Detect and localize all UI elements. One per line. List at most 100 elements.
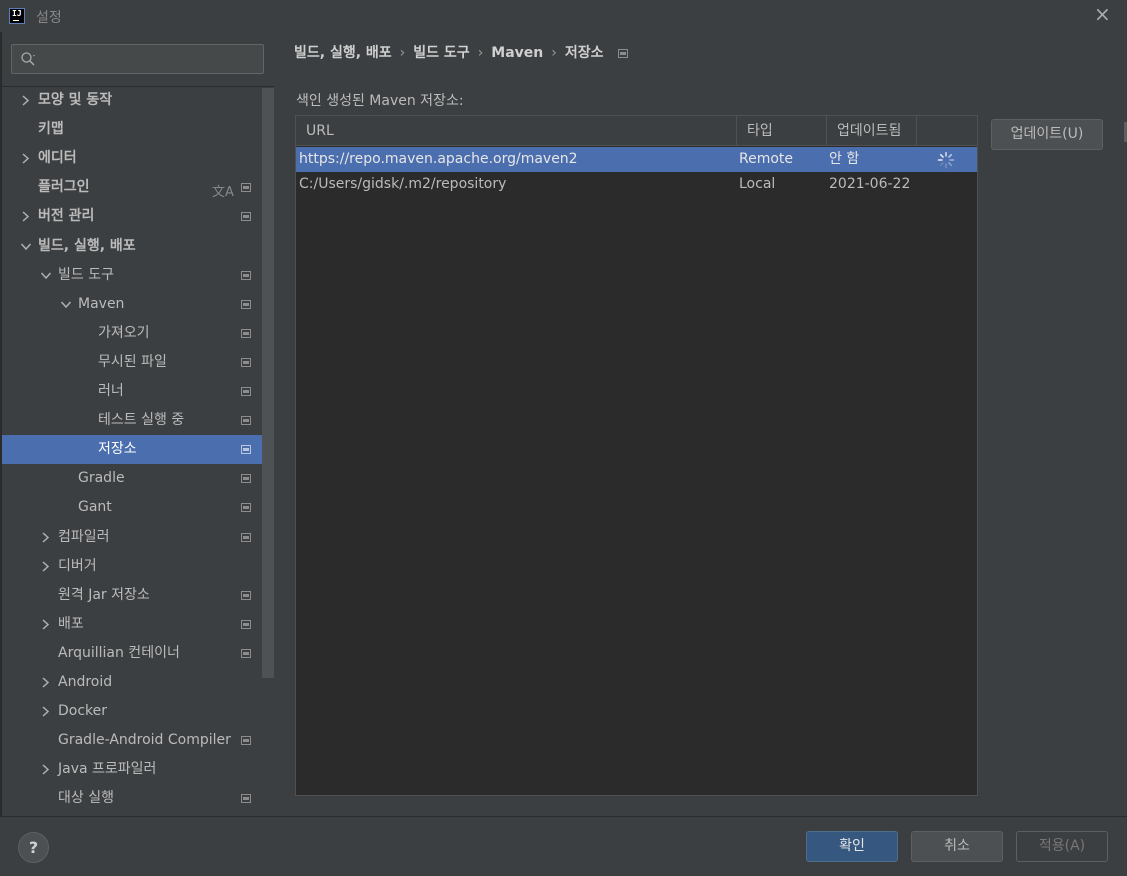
sidebar-item[interactable]: Arquillian 컨테이너 bbox=[0, 639, 262, 668]
breadcrumb-item[interactable]: Maven bbox=[491, 45, 543, 61]
maven-repositories-table: URL 타입 업데이트됨 https://repo.maven.apache.o… bbox=[295, 115, 978, 796]
sidebar-item[interactable]: 대상 실행 bbox=[0, 784, 262, 813]
breadcrumb-item[interactable]: 빌드 도구 bbox=[413, 42, 469, 62]
project-scope-icon bbox=[241, 532, 251, 542]
chevron-right-icon[interactable] bbox=[40, 668, 52, 697]
repo-updated: 2021-06-22 bbox=[829, 176, 911, 192]
cancel-button[interactable]: 취소 bbox=[911, 831, 1003, 862]
dialog-footer: ? 확인 취소 적용(A) bbox=[0, 816, 1127, 876]
breadcrumb-item[interactable]: 빌드, 실행, 배포 bbox=[294, 42, 392, 62]
chevron-down-icon[interactable] bbox=[60, 290, 72, 319]
sidebar-item-label: 테스트 실행 중 bbox=[98, 412, 185, 429]
sidebar-item-label: Arquillian 컨테이너 bbox=[58, 644, 180, 661]
sidebar-item[interactable]: 컴파일러 bbox=[0, 523, 262, 552]
table-row[interactable]: C:/Users/gidsk/.m2/repository Local 2021… bbox=[296, 172, 977, 197]
chevron-right-icon[interactable] bbox=[40, 523, 52, 552]
sidebar-item[interactable]: 배포 bbox=[0, 610, 262, 639]
loading-spinner-icon bbox=[937, 151, 955, 169]
close-icon[interactable]: × bbox=[1094, 4, 1111, 24]
sidebar-item-label: 원격 Jar 저장소 bbox=[58, 586, 150, 603]
repo-updated: 안 함 bbox=[829, 151, 860, 167]
sidebar-item[interactable]: 에디터 bbox=[0, 144, 262, 173]
chevron-right-icon[interactable] bbox=[40, 610, 52, 639]
project-scope-icon bbox=[241, 503, 251, 513]
sidebar-item-label: Android bbox=[58, 674, 113, 690]
sidebar-item-label: Maven bbox=[78, 295, 125, 312]
column-header-type[interactable]: 타입 bbox=[737, 116, 827, 146]
chevron-right-icon[interactable] bbox=[40, 552, 52, 581]
project-scope-icon bbox=[241, 270, 251, 280]
chevron-right-icon[interactable] bbox=[20, 202, 32, 231]
sidebar-item[interactable]: Docker bbox=[0, 697, 262, 726]
scrollbar-thumb[interactable] bbox=[262, 88, 274, 678]
settings-content: 빌드, 실행, 배포 › 빌드 도구 › Maven › 저장소 색인 생성된 Maven … bbox=[274, 32, 1127, 816]
project-scope-icon bbox=[241, 387, 251, 396]
sidebar-item[interactable]: Maven bbox=[0, 290, 262, 319]
settings-sidebar: 모양 및 동작키맵에디터플러그인 文A 버전 관리빌드, 실행, 배포빌드 도구 Ma… bbox=[0, 32, 274, 816]
sidebar-item[interactable]: 빌드 도구 bbox=[0, 261, 262, 290]
sidebar-item[interactable]: Gradle bbox=[0, 464, 262, 493]
sidebar-item-label: 러너 bbox=[98, 383, 124, 399]
sidebar-item-label: Gradle bbox=[78, 470, 125, 487]
chevron-right-icon[interactable] bbox=[40, 697, 52, 726]
breadcrumb-separator: › bbox=[551, 45, 557, 61]
repo-url: C:/Users/gidsk/.m2/repository bbox=[299, 176, 507, 192]
sidebar-item[interactable]: 저장소 bbox=[0, 435, 274, 465]
column-header-status bbox=[917, 116, 977, 146]
search-icon bbox=[21, 52, 35, 66]
sidebar-item-label: Gradle-Android Compiler bbox=[58, 732, 231, 749]
help-button[interactable]: ? bbox=[18, 832, 49, 863]
chevron-down-icon[interactable] bbox=[40, 261, 52, 290]
divider bbox=[0, 32, 2, 816]
chevron-right-icon[interactable] bbox=[40, 755, 52, 784]
column-header-updated[interactable]: 업데이트됨 bbox=[827, 116, 917, 146]
table-header: URL 타입 업데이트됨 bbox=[296, 116, 977, 146]
project-scope-icon bbox=[241, 183, 251, 193]
chevron-right-icon[interactable] bbox=[20, 86, 32, 115]
sidebar-item-label: 빌드, 실행, 배포 bbox=[38, 237, 136, 254]
ok-button[interactable]: 확인 bbox=[806, 831, 898, 862]
breadcrumb-separator: › bbox=[399, 45, 406, 61]
sidebar-item-label: Java 프로파일러 bbox=[58, 761, 157, 778]
project-scope-icon bbox=[241, 619, 251, 629]
update-button[interactable]: 업데이트(U) bbox=[991, 119, 1103, 150]
search-input[interactable] bbox=[44, 49, 254, 69]
sidebar-scrollbar[interactable] bbox=[262, 88, 274, 816]
sidebar-item[interactable]: 원격 Jar 저장소 bbox=[0, 581, 262, 610]
sidebar-item[interactable]: 플러그인 文A bbox=[0, 173, 262, 202]
sidebar-item-label: Gant bbox=[78, 499, 112, 516]
sidebar-item[interactable]: Gradle-Android Compiler bbox=[0, 726, 262, 755]
sidebar-item[interactable]: Gant bbox=[0, 493, 262, 522]
chevron-down-icon[interactable] bbox=[20, 232, 32, 261]
sidebar-item-label: 빌드 도구 bbox=[58, 266, 114, 283]
repo-type: Local bbox=[739, 176, 776, 192]
sidebar-item[interactable]: 러너 bbox=[0, 377, 262, 406]
table-row[interactable]: https://repo.maven.apache.org/maven2 Rem… bbox=[296, 147, 977, 172]
sidebar-item[interactable]: 무시된 파일 bbox=[0, 348, 262, 377]
sidebar-item-label: 키맵 bbox=[38, 121, 64, 138]
chevron-right-icon[interactable] bbox=[20, 144, 32, 173]
project-scope-icon bbox=[241, 445, 251, 455]
sidebar-item-label: 에디터 bbox=[38, 150, 77, 167]
search-field[interactable] bbox=[11, 44, 264, 74]
sidebar-item[interactable]: 디버거 bbox=[0, 552, 262, 581]
sidebar-item[interactable]: 키맵 bbox=[0, 115, 262, 144]
sidebar-item-label: 컴파일러 bbox=[58, 528, 110, 545]
apply-button[interactable]: 적용(A) bbox=[1016, 831, 1108, 862]
sidebar-item-label: 대상 실행 bbox=[58, 790, 114, 807]
project-scope-icon bbox=[241, 736, 251, 746]
sidebar-item[interactable]: 모양 및 동작 bbox=[0, 86, 262, 115]
sidebar-item[interactable]: 테스트 실행 중 bbox=[0, 406, 262, 435]
sidebar-item[interactable]: 빌드, 실행, 배포 bbox=[0, 232, 262, 261]
project-scope-icon bbox=[241, 212, 251, 222]
column-header-url[interactable]: URL bbox=[296, 116, 737, 146]
sidebar-item-label: 배포 bbox=[58, 615, 84, 632]
sidebar-item[interactable]: 버전 관리 bbox=[0, 202, 262, 231]
sidebar-item[interactable]: Java 프로파일러 bbox=[0, 755, 262, 784]
sidebar-item-label: 모양 및 동작 bbox=[38, 92, 113, 108]
sidebar-item-label: 가져오기 bbox=[98, 324, 150, 341]
sidebar-item[interactable]: 가져오기 bbox=[0, 319, 262, 348]
settings-window: IJ 설정 × 모양 및 동작 키맵 에디터 플러그인 文A 버전 관리 빌드, 실행, 배… bbox=[0, 0, 1127, 876]
sidebar-item[interactable]: Android bbox=[0, 668, 262, 697]
section-label: 색인 생성된 Maven 저장소: bbox=[296, 93, 464, 109]
